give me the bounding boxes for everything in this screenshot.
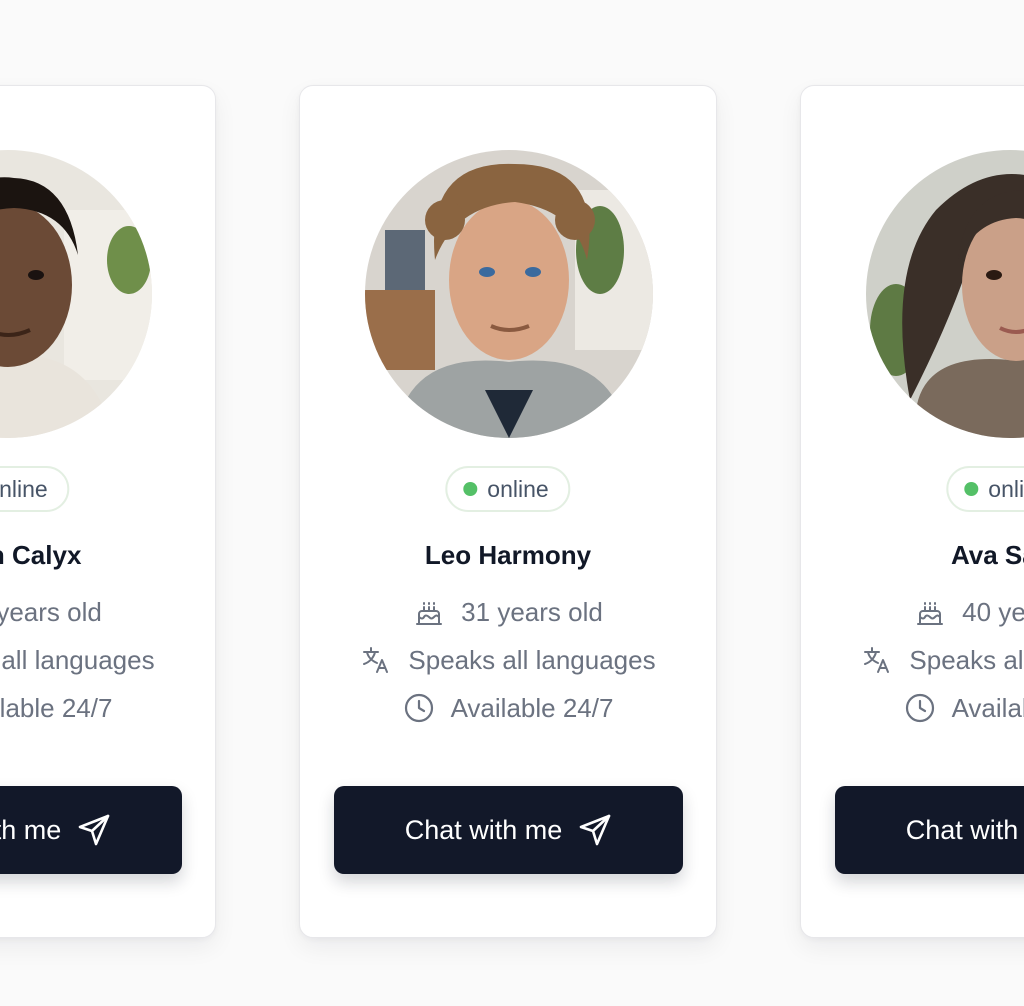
- status-label: online: [0, 475, 48, 502]
- companion-card: online Ava Sage 40 years old Speaks all …: [800, 85, 1024, 938]
- status-label: online: [487, 475, 549, 502]
- online-indicator-icon: [463, 482, 478, 496]
- age-row: 27 years old: [0, 596, 215, 628]
- companion-carousel[interactable]: online Ethan Calyx 27 years old Speaks a…: [0, 0, 1024, 1006]
- translate-icon: [363, 647, 389, 673]
- languages-text: Speaks all languages: [408, 644, 656, 675]
- clock-icon: [905, 693, 934, 723]
- avatar: [866, 150, 1024, 438]
- birthday-cake-icon: [416, 602, 443, 625]
- availability-row: Available 24/7: [801, 692, 1024, 724]
- companion-name: Ethan Calyx: [0, 540, 82, 570]
- chat-button-label: Chat with me: [404, 814, 563, 845]
- companion-name: Ava Sage: [950, 540, 1024, 570]
- availability-row: Available 24/7: [300, 692, 716, 724]
- availability-text: Available 24/7: [0, 692, 113, 723]
- languages-row: Speaks all languages: [801, 644, 1024, 676]
- age-row: 40 years old: [801, 596, 1024, 628]
- send-icon: [579, 814, 611, 846]
- chat-button[interactable]: Chat with me: [334, 786, 683, 874]
- status-badge: online: [946, 466, 1024, 512]
- status-label: online: [988, 475, 1024, 502]
- languages-text: Speaks all languages: [909, 644, 1024, 675]
- avatar: [365, 150, 653, 438]
- status-badge: online: [0, 466, 70, 512]
- languages-row: Speaks all languages: [300, 644, 716, 676]
- age-row: 31 years old: [300, 596, 716, 628]
- avatar: [0, 150, 152, 438]
- age-text: 27 years old: [0, 596, 102, 627]
- languages-text: Speaks all languages: [0, 644, 155, 675]
- availability-text: Available 24/7: [450, 692, 614, 723]
- age-text: 31 years old: [461, 596, 603, 627]
- clock-icon: [404, 693, 433, 723]
- birthday-cake-icon: [917, 602, 944, 625]
- companion-card: online Leo Harmony 31 years old Speaks a…: [299, 85, 717, 938]
- chat-button[interactable]: Chat with me: [835, 786, 1024, 874]
- languages-row: Speaks all languages: [0, 644, 215, 676]
- availability-text: Available 24/7: [951, 692, 1024, 723]
- companion-name: Leo Harmony: [424, 540, 592, 570]
- translate-icon: [864, 647, 890, 673]
- online-indicator-icon: [964, 482, 979, 496]
- status-badge: online: [445, 466, 571, 512]
- companion-card: online Ethan Calyx 27 years old Speaks a…: [0, 85, 216, 938]
- chat-button-label: Chat with me: [905, 814, 1024, 845]
- send-icon: [78, 814, 110, 846]
- availability-row: Available 24/7: [0, 692, 215, 724]
- age-text: 40 years old: [962, 596, 1024, 627]
- chat-button[interactable]: Chat with me: [0, 786, 182, 874]
- chat-button-label: Chat with me: [0, 814, 62, 845]
